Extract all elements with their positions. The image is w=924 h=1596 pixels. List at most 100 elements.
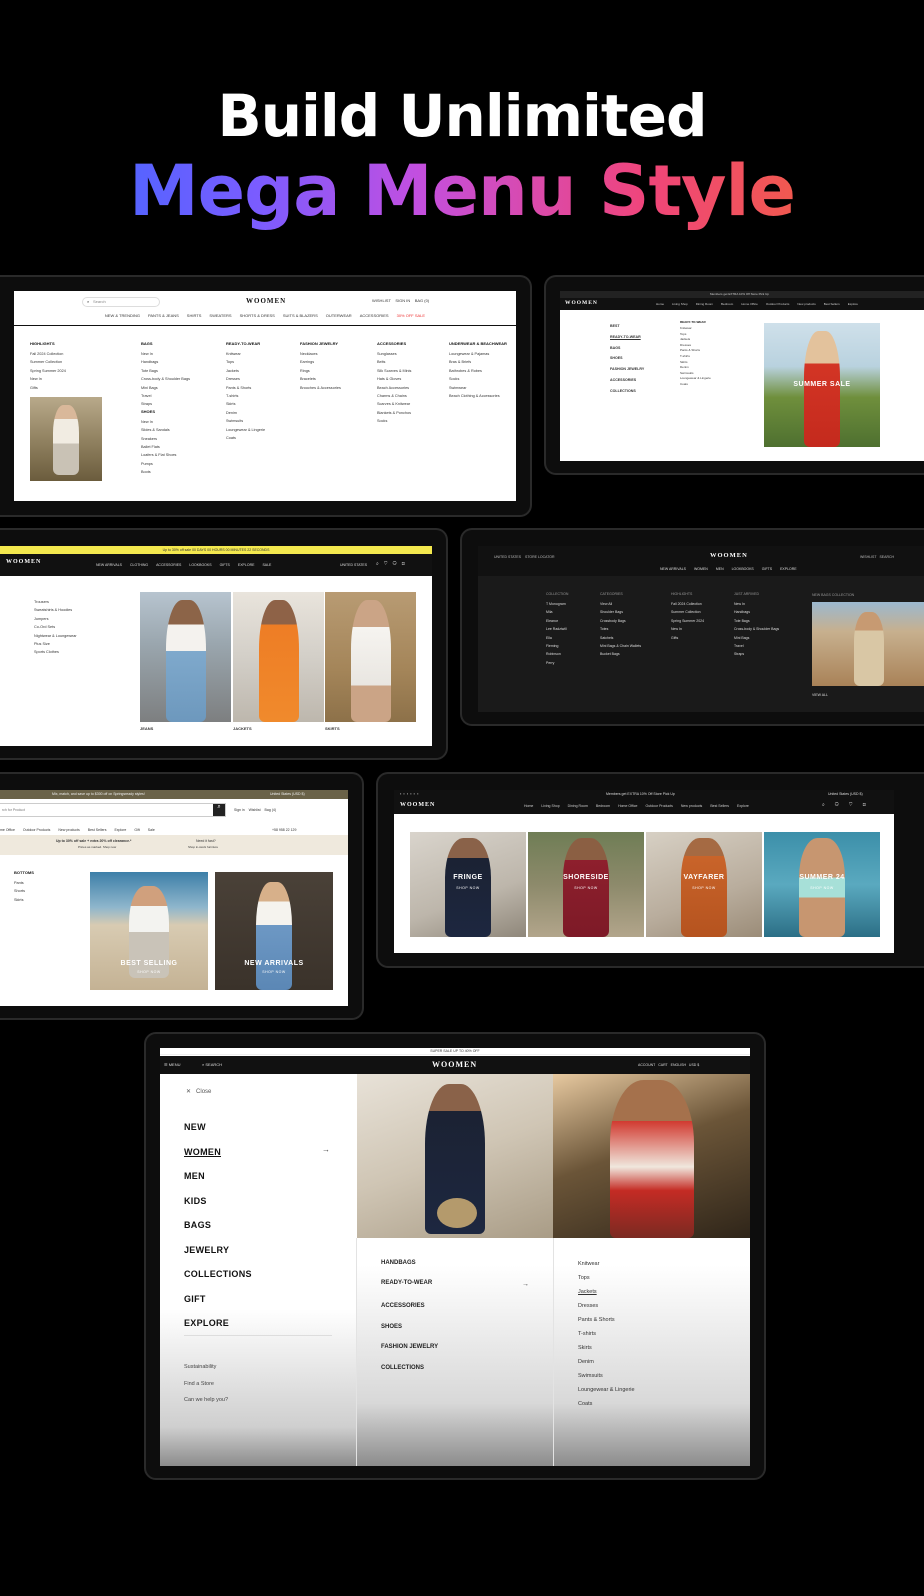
menu-link[interactable]: Nightwear & Loungewear (34, 632, 77, 640)
phone-number[interactable]: +58 958 22 129 (272, 827, 296, 833)
summer-sale-banner[interactable]: SUMMER SALE (764, 323, 880, 447)
menu-link[interactable]: Swimsuits (226, 417, 265, 425)
menu-link[interactable]: Gifts (671, 634, 704, 642)
main-menu-item[interactable]: KIDS (184, 1196, 252, 1206)
menu-link[interactable]: Boots (141, 468, 190, 476)
main-menu-item[interactable]: GIFT (184, 1294, 252, 1304)
nav-item[interactable]: ACCESSORIES (360, 313, 389, 318)
menu-link[interactable]: Trousers (34, 598, 77, 606)
logo[interactable]: WOOMEN (432, 1060, 477, 1069)
menu-link[interactable]: New In (734, 600, 779, 608)
nav-item[interactable]: Bedroom (721, 302, 733, 306)
nav-item[interactable]: SALE (262, 563, 271, 567)
menu-link[interactable]: ACCESSORIES (610, 375, 644, 386)
nav-item[interactable]: Living Shop (541, 804, 559, 808)
menu-link[interactable]: Sunglasses (377, 350, 411, 358)
submenu-item[interactable]: COLLECTIONS (381, 1365, 438, 1371)
search-input[interactable]: ⌕ Search (82, 297, 160, 307)
wishlist-link[interactable]: WISHLIST (860, 555, 877, 559)
menu-link[interactable]: Ella (546, 634, 568, 642)
nav-item[interactable]: Home (524, 804, 533, 808)
nav-item[interactable]: LOOKBOOKS (189, 563, 211, 567)
tile-caption[interactable]: JACKETS (233, 726, 252, 732)
shop-now-link[interactable]: SHOP NOW (764, 886, 880, 890)
store-locator-link[interactable]: STORE LOCATOR (525, 555, 555, 559)
logo[interactable]: WOOMEN (710, 552, 748, 559)
nav-item[interactable]: Explore (848, 302, 858, 306)
menu-link[interactable]: Summer Collection (671, 608, 704, 616)
nav-item[interactable]: Explore (737, 804, 749, 808)
nav-item[interactable]: SUITS & BLAZERS (283, 313, 318, 318)
image-tile[interactable]: FRINGE SHOP NOW (410, 832, 526, 937)
search-link[interactable]: SEARCH (879, 555, 894, 559)
menu-link[interactable]: Spring Summer 2024 (671, 617, 704, 625)
menu-link[interactable]: Bucket Bags (600, 650, 641, 658)
menu-link[interactable]: Pants & Shorts (226, 384, 265, 392)
submenu-link[interactable]: Swimsuits (578, 1373, 635, 1379)
side-item[interactable]: Shorts (14, 887, 34, 895)
nav-item[interactable]: LOOKBOOKS (732, 567, 754, 571)
feature-image-1[interactable] (357, 1074, 553, 1238)
region-selector[interactable]: United States (USD $) (270, 791, 305, 797)
menu-link[interactable]: Handbags (734, 608, 779, 616)
nav-item[interactable]: Sale (148, 828, 155, 832)
menu-link[interactable]: Coats (680, 382, 711, 388)
menu-link[interactable]: Blankets & Ponchos (377, 409, 411, 417)
menu-link[interactable]: Earrings (300, 358, 341, 366)
logo[interactable]: WOOMEN (565, 300, 598, 306)
nav-item[interactable]: Dining Room (568, 804, 588, 808)
menu-link[interactable]: Straps (141, 400, 190, 408)
submenu-link[interactable]: Denim (578, 1359, 635, 1365)
tile-new-arrivals[interactable]: NEW ARRIVALS SHOP NOW (215, 872, 333, 990)
feature-image[interactable] (812, 602, 924, 686)
submenu-link[interactable]: Tops (578, 1275, 635, 1281)
nav-item[interactable]: NEW ARRIVALS (660, 567, 686, 571)
main-menu-item[interactable]: NEW (184, 1122, 252, 1132)
logo[interactable]: WOOMEN (400, 802, 435, 808)
menu-link[interactable]: Loungewear & Pajamas (449, 350, 507, 358)
menu-link[interactable]: READY-TO-WEAR (610, 332, 644, 343)
menu-link[interactable]: Hats & Gloves (377, 375, 411, 383)
nav-item[interactable]: WOMEN (694, 567, 708, 571)
menu-link[interactable]: Jumpers (34, 615, 77, 623)
nav-item[interactable]: Outdoor Products (23, 828, 50, 832)
image-tile[interactable] (233, 592, 324, 722)
menu-link[interactable]: Mila (546, 608, 568, 616)
menu-link[interactable]: Pumps (141, 460, 190, 468)
menu-link[interactable]: Beach Clothing & Accessories (449, 392, 507, 400)
submenu-item[interactable]: ACCESSORIES (381, 1303, 438, 1309)
shop-now-link[interactable]: SHOP NOW (528, 886, 644, 890)
menu-link[interactable]: Bracelets (300, 375, 341, 383)
nav-item[interactable]: NEW & TRENDING (105, 313, 140, 318)
nav-item[interactable]: Living Shop (672, 302, 688, 306)
logo[interactable]: WOOMEN (246, 297, 286, 305)
header-icons[interactable]: ⌕⚇♡⊡ (822, 802, 876, 808)
submenu-link[interactable]: Pants & Shorts (578, 1317, 635, 1323)
menu-link[interactable]: Necklaces (300, 350, 341, 358)
nav-item[interactable]: Bedroom (596, 804, 610, 808)
menu-link[interactable]: Summer Collection (30, 358, 66, 366)
menu-link[interactable]: Beach Accessories (377, 384, 411, 392)
side-item[interactable]: Pants (14, 879, 34, 887)
submenu-link[interactable]: Knitwear (578, 1261, 635, 1267)
menu-link[interactable]: Sneakers (141, 435, 190, 443)
bag-link[interactable]: BAG (0) (415, 298, 429, 303)
menu-link[interactable]: COLLECTIONS (610, 386, 644, 397)
submenu-link[interactable]: Jackets (578, 1289, 635, 1295)
menu-link[interactable]: Silk Scarves & Minis (377, 367, 411, 375)
sustainability-link[interactable]: Sustainability (184, 1359, 228, 1376)
menu-link[interactable]: New In (141, 418, 190, 426)
menu-link[interactable]: New In (30, 375, 66, 383)
menu-link[interactable]: BAGS (610, 343, 644, 354)
nav-item[interactable]: Explore (114, 828, 126, 832)
close-button[interactable]: ✕ Close (186, 1088, 211, 1095)
menu-link[interactable]: Totes (600, 625, 641, 633)
tile-best-selling[interactable]: BEST SELLING SHOP NOW (90, 872, 208, 990)
main-menu-item[interactable]: WOMEN (184, 1147, 252, 1157)
submenu-link[interactable]: Dresses (578, 1303, 635, 1309)
menu-link[interactable]: T Monogram (546, 600, 568, 608)
menu-link[interactable]: Socks (449, 375, 507, 383)
menu-link[interactable]: Dresses (226, 375, 265, 383)
nav-item[interactable]: PANTS & JEANS (148, 313, 179, 318)
menu-link[interactable]: Belts (377, 358, 411, 366)
